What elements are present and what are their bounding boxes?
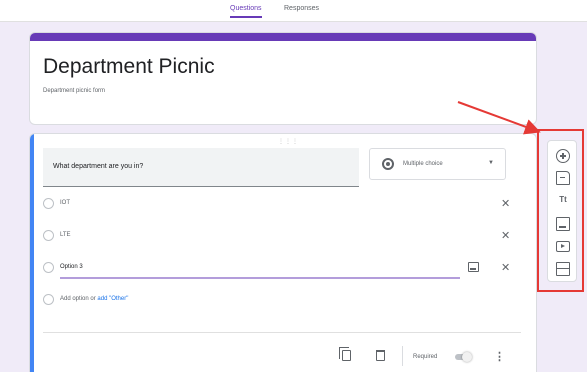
annotation-arrow — [457, 101, 541, 135]
